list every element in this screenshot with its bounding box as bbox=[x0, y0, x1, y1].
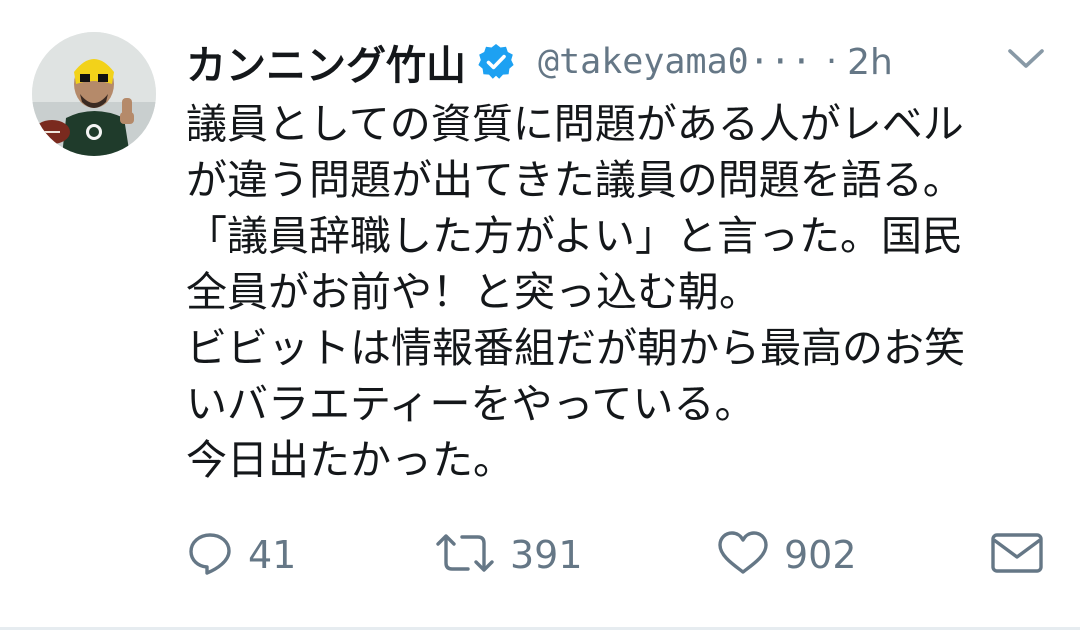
avatar[interactable] bbox=[32, 32, 156, 156]
display-name[interactable]: カンニング竹山 bbox=[186, 33, 466, 91]
heart-icon bbox=[716, 529, 770, 581]
tweet-text-line: が違う問題が出てきた議員の問題を語る。 bbox=[186, 156, 964, 204]
verified-badge-icon bbox=[476, 42, 516, 82]
tweet-text-line: 「議員辞職した方がよい」と言った。国民 bbox=[186, 212, 963, 260]
separator-dot: · bbox=[825, 42, 838, 82]
retweet-icon bbox=[434, 529, 496, 581]
tweet-text-line: 全員がお前や！と突っ込む朝。 bbox=[186, 268, 760, 316]
like-count: 902 bbox=[784, 533, 857, 577]
reply-count: 41 bbox=[248, 533, 297, 577]
reply-button[interactable]: 41 bbox=[186, 520, 296, 590]
tweet-text-line: 議員としての資質に問題がある人がレベル bbox=[186, 100, 964, 148]
timestamp[interactable]: 2h bbox=[847, 42, 893, 83]
tweet-text-line: ビビットは情報番組だが朝から最高のお笑 bbox=[186, 324, 965, 372]
tweet-card[interactable]: カンニング竹山 @takeyama0··· · 2h 議員としての資質に問題があ… bbox=[0, 0, 1080, 630]
retweet-count: 391 bbox=[510, 533, 583, 577]
direct-message-button[interactable] bbox=[990, 520, 1044, 590]
chevron-down-icon[interactable] bbox=[1006, 44, 1046, 74]
tweet-text-line: いバラエティーをやっている。 bbox=[186, 380, 756, 428]
tweet-actions: 41 391 902 bbox=[186, 520, 1056, 590]
user-handle[interactable]: @takeyama0··· bbox=[538, 42, 812, 82]
tweet-text-line: 今日出たかった。 bbox=[186, 436, 514, 484]
like-button[interactable]: 902 bbox=[716, 520, 857, 590]
retweet-button[interactable]: 391 bbox=[434, 520, 583, 590]
reply-icon bbox=[186, 529, 234, 581]
tweet-text: 議員としての資質に問題がある人がレベル が違う問題が出てきた議員の問題を語る。 … bbox=[186, 96, 1066, 488]
tweet-header: カンニング竹山 @takeyama0··· · 2h bbox=[186, 32, 1056, 92]
envelope-icon bbox=[990, 531, 1044, 579]
